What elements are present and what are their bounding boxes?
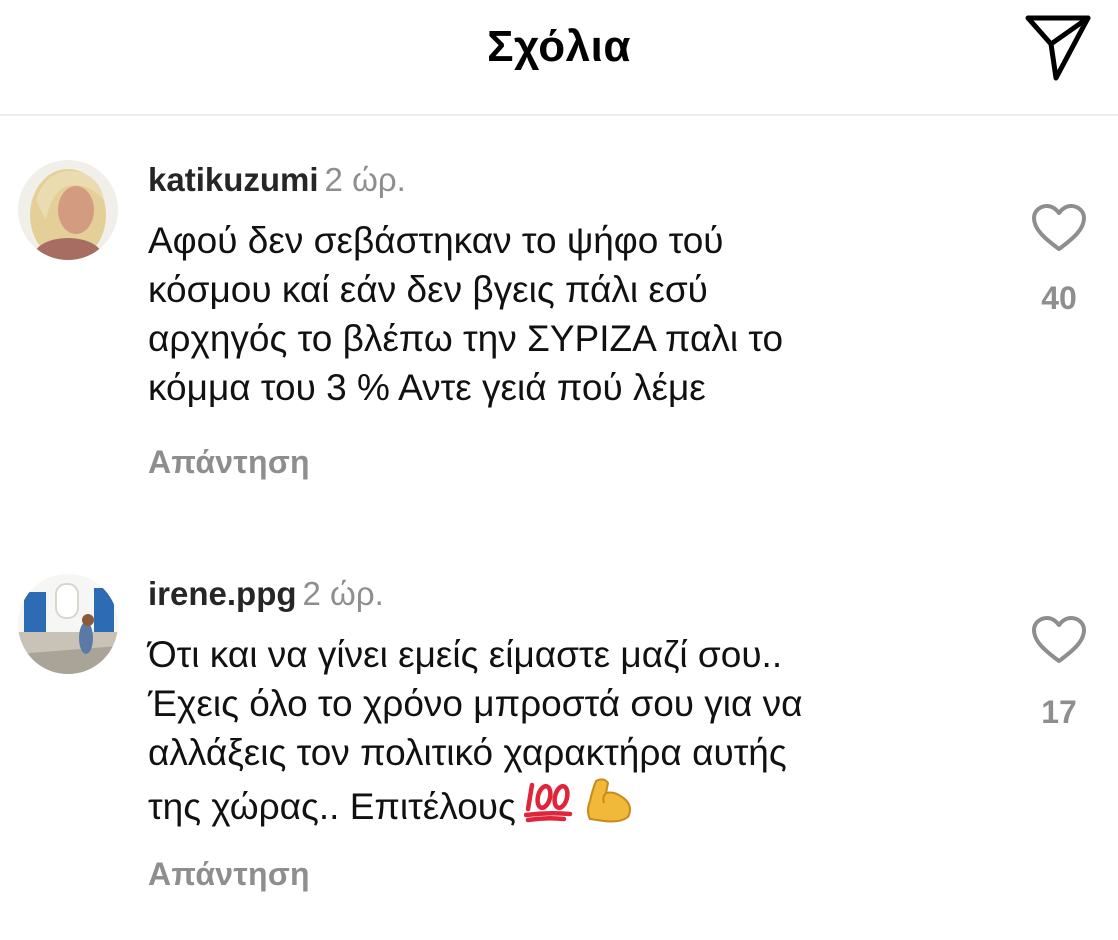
avatar[interactable] <box>18 574 118 674</box>
username[interactable]: katikuzumi <box>148 161 319 198</box>
paper-plane-icon <box>1025 15 1091 81</box>
heart-outline-icon <box>1032 616 1086 663</box>
flexed-biceps-emoji <box>584 777 636 835</box>
comment-text-line: της χώρας.. Επιτέλους <box>148 777 968 835</box>
reply-button[interactable]: Απάντηση <box>148 444 310 481</box>
comment-text: Ότι και να γίνει εμείς είμαστε μαζί σου.… <box>148 630 968 835</box>
comment-text: Αφού δεν σεβάστηκαν το ψήφο τού κόσμου κ… <box>148 216 968 412</box>
comment-text-line: Έχεις όλο το χρόνο μπροστά σου για να <box>148 683 803 724</box>
comment-meta: irene.ppg 2 ώρ. <box>148 574 384 614</box>
profile-photo <box>18 160 118 260</box>
profile-photo <box>18 574 118 674</box>
comment-time: 2 ώρ. <box>302 575 384 612</box>
hundred-points-icon <box>523 782 573 823</box>
comment-text-line: Ότι και να γίνει εμείς είμαστε μαζί σου.… <box>148 634 783 675</box>
like-button[interactable] <box>1030 202 1088 254</box>
comment-meta: katikuzumi 2 ώρ. <box>148 160 406 200</box>
comment-text-line: αρχηγός το βλέπω την ΣΥΡΙΖΑ παλι το <box>148 318 784 359</box>
comment-text-line: αλλάξεις τον πολιτικό χαρακτήρα αυτής <box>148 732 787 773</box>
hundred-points-emoji <box>523 779 576 835</box>
comment-text-line: κόσμου καί εάν δεν βγεις πάλι εσύ <box>148 269 708 310</box>
username[interactable]: irene.ppg <box>148 575 297 612</box>
page-title: Σχόλια <box>487 22 631 71</box>
comment-text-line: κόμμα του 3 % Αντε γειά πού λέμε <box>148 367 706 408</box>
avatar[interactable] <box>18 160 118 260</box>
comment-text-line: Αφού δεν σεβάστηκαν το ψήφο τού <box>148 220 724 261</box>
like-count: 17 <box>1041 694 1077 730</box>
share-button[interactable] <box>1018 12 1098 82</box>
like-count: 40 <box>1041 280 1077 316</box>
header-bar: Σχόλια <box>0 0 1118 116</box>
heart-outline-icon <box>1032 204 1086 251</box>
comment-text-line-content: της χώρας.. Επιτέλους <box>148 786 516 827</box>
comment-time: 2 ώρ. <box>324 161 406 198</box>
reply-button[interactable]: Απάντηση <box>148 856 310 893</box>
like-button[interactable] <box>1030 614 1088 666</box>
flexed-biceps-icon <box>586 778 631 823</box>
